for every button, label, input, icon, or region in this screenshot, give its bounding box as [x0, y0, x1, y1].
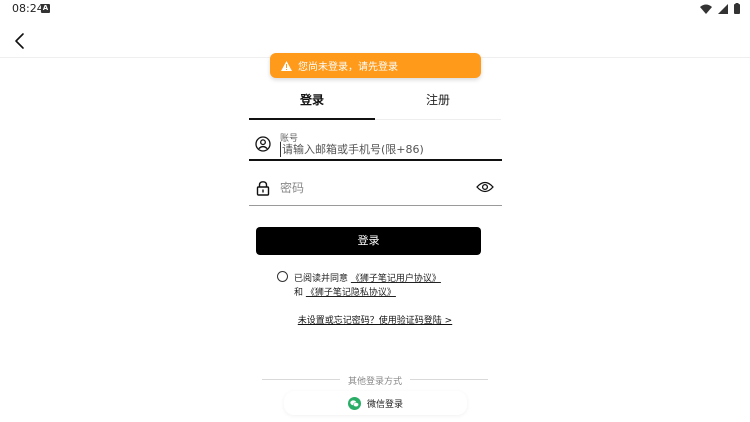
notification-icon: A — [41, 4, 50, 13]
back-arrow-icon[interactable] — [10, 31, 30, 51]
auth-tabs: 登录 注册 — [249, 86, 501, 120]
wechat-icon — [347, 396, 361, 410]
battery-icon — [734, 3, 740, 14]
app-bar — [0, 18, 750, 58]
account-field: 账号 — [249, 125, 502, 161]
account-input[interactable] — [280, 142, 480, 157]
wechat-login-label: 微信登录 — [366, 399, 403, 410]
sms-login-link[interactable]: 未设置或忘记密码？使用验证码登陆 > — [298, 316, 452, 326]
agreement-checkbox[interactable] — [277, 271, 288, 282]
agreement-line-1: 已阅读并同意 《狮子笔记用户协议》 — [294, 271, 441, 284]
tab-login[interactable]: 登录 — [249, 86, 375, 120]
forgot-password-row: 未设置或忘记密码？使用验证码登陆 > — [0, 313, 750, 326]
wifi-icon — [700, 4, 712, 14]
password-input[interactable] — [280, 180, 460, 196]
login-button[interactable]: 登录 — [256, 227, 481, 255]
other-login-label: 其他登录方式 — [347, 377, 402, 387]
lock-icon — [256, 181, 270, 196]
status-time: 08:24 — [12, 2, 44, 15]
warning-icon — [281, 60, 292, 71]
wechat-login-button[interactable]: 微信登录 — [284, 391, 467, 415]
agreement-prefix: 已阅读并同意 — [294, 274, 349, 284]
login-required-toast: 您尚未登录，请先登录 — [270, 53, 481, 78]
user-agreement-link[interactable]: 《狮子笔记用户协议》 — [351, 274, 441, 284]
agreement-and: 和 — [294, 288, 304, 298]
password-field — [249, 170, 502, 206]
eye-icon[interactable] — [476, 180, 494, 194]
toast-message: 您尚未登录，请先登录 — [298, 62, 398, 73]
active-tab-indicator — [249, 118, 375, 120]
signal-icon — [718, 3, 728, 14]
tab-register[interactable]: 注册 — [375, 86, 501, 120]
divider-line-right — [410, 379, 488, 380]
other-login-divider: 其他登录方式 — [262, 374, 488, 387]
user-icon — [255, 136, 271, 152]
status-bar: 08:24 A — [0, 0, 750, 18]
agreement-line-2: 和 《狮子笔记隐私协议》 — [294, 285, 396, 298]
privacy-agreement-link[interactable]: 《狮子笔记隐私协议》 — [306, 288, 396, 298]
system-icons — [700, 3, 740, 14]
